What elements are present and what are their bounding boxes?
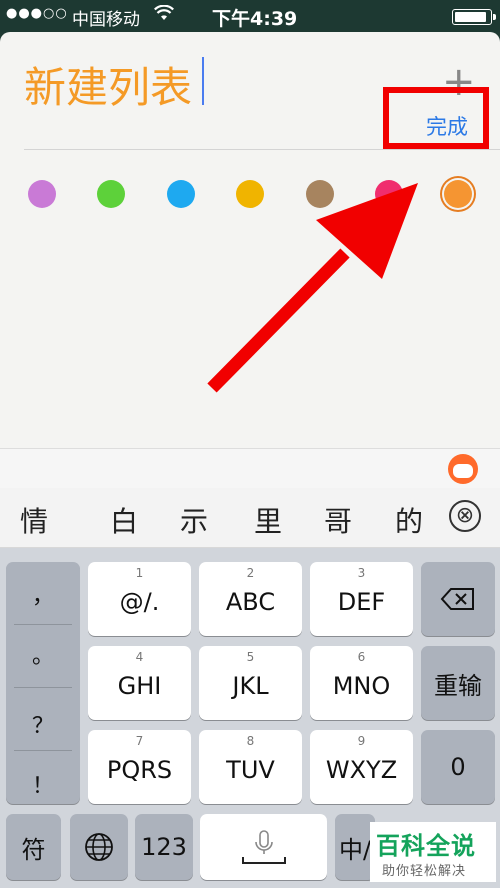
key-letters: @/. — [119, 588, 160, 616]
watermark-logo: 百科全说 助你轻松解决 — [370, 822, 496, 882]
t9-key[interactable]: 3 DEF — [310, 562, 413, 636]
key-number: 4 — [135, 650, 144, 664]
color-swatch-pink[interactable] — [375, 180, 403, 208]
new-list-sheet: 新建列表 + 完成 — [0, 32, 500, 448]
key-number: 5 — [246, 650, 255, 664]
punctuation-column: ， 。 ？ ！ — [6, 562, 80, 804]
symbol-key[interactable]: 符 — [6, 814, 61, 880]
color-swatch-orange[interactable] — [444, 180, 472, 208]
done-button[interactable]: 完成 — [426, 111, 468, 141]
keyboard-toolbar — [0, 448, 500, 488]
color-swatch-purple[interactable] — [28, 180, 56, 208]
candidate-bar: 的 哥 里 示 白 情 ⊗ — [0, 488, 500, 548]
numbers-key[interactable]: 123 — [135, 814, 193, 880]
key-number: 2 — [246, 566, 255, 580]
text-cursor — [202, 57, 204, 105]
key-letters: ABC — [225, 588, 276, 616]
zero-key[interactable]: 0 — [421, 730, 495, 804]
globe-key[interactable] — [70, 814, 128, 880]
punct-key-period[interactable]: 。 — [6, 638, 80, 670]
color-swatch-blue[interactable] — [167, 180, 195, 208]
color-swatch-yellow[interactable] — [236, 180, 264, 208]
t9-key[interactable]: 2 ABC — [199, 562, 302, 636]
key-letters: WXYZ — [325, 756, 398, 784]
key-number: 7 — [135, 734, 144, 748]
carrier-name: 中国移动 — [72, 10, 140, 30]
key-number: 9 — [357, 734, 366, 748]
key-number: 1 — [135, 566, 144, 580]
key-letters: JKL — [232, 672, 269, 700]
globe-icon — [85, 833, 113, 861]
key-letters: TUV — [226, 756, 275, 784]
status-bar: ●●●○○ 中国移动 下午4:39 — [0, 0, 500, 32]
key-number: 6 — [357, 650, 366, 664]
candidate-word[interactable]: 哥 — [324, 500, 352, 540]
divider — [24, 149, 500, 150]
backspace-icon — [440, 588, 474, 610]
t9-key[interactable]: 9 WXYZ — [310, 730, 413, 804]
t9-key[interactable]: 1 @/. — [88, 562, 191, 636]
color-picker — [0, 180, 500, 210]
key-letters: MNO — [332, 672, 391, 700]
punct-key-question[interactable]: ？ — [6, 708, 80, 740]
punct-key-comma[interactable]: ， — [6, 578, 80, 610]
list-title-input[interactable]: 新建列表 — [24, 54, 192, 115]
candidate-word[interactable]: 里 — [254, 500, 282, 540]
battery-icon — [452, 9, 496, 25]
reinput-key[interactable]: 重输 — [421, 646, 495, 720]
color-swatch-brown[interactable] — [306, 180, 334, 208]
space-key[interactable] — [200, 814, 327, 880]
candidate-word[interactable]: 示 — [180, 500, 208, 540]
t9-key[interactable]: 7 PQRS — [88, 730, 191, 804]
status-time: 下午4:39 — [212, 8, 298, 30]
signal-strength: ●●●○○ — [6, 6, 68, 21]
key-letters: DEF — [337, 588, 386, 616]
candidate-word[interactable]: 情 — [20, 500, 48, 540]
punct-key-exclaim[interactable]: ！ — [6, 768, 80, 800]
key-letters: PQRS — [106, 756, 173, 784]
wifi-icon — [154, 4, 174, 25]
t9-key[interactable]: 4 GHI — [88, 646, 191, 720]
key-number: 3 — [357, 566, 366, 580]
delete-key[interactable] — [421, 562, 495, 636]
microphone-icon — [241, 830, 286, 864]
candidate-word[interactable]: 白 — [110, 500, 138, 540]
t9-key[interactable]: 8 TUV — [199, 730, 302, 804]
keyboard-mascot-icon[interactable] — [448, 454, 478, 484]
language-key[interactable]: 中/ — [335, 814, 375, 880]
key-letters: GHI — [117, 672, 162, 700]
color-swatch-green[interactable] — [97, 180, 125, 208]
close-candidates-icon[interactable]: ⊗ — [449, 500, 481, 532]
t9-key[interactable]: 6 MNO — [310, 646, 413, 720]
t9-key[interactable]: 5 JKL — [199, 646, 302, 720]
key-number: 8 — [246, 734, 255, 748]
candidate-word[interactable]: 的 — [395, 500, 423, 540]
